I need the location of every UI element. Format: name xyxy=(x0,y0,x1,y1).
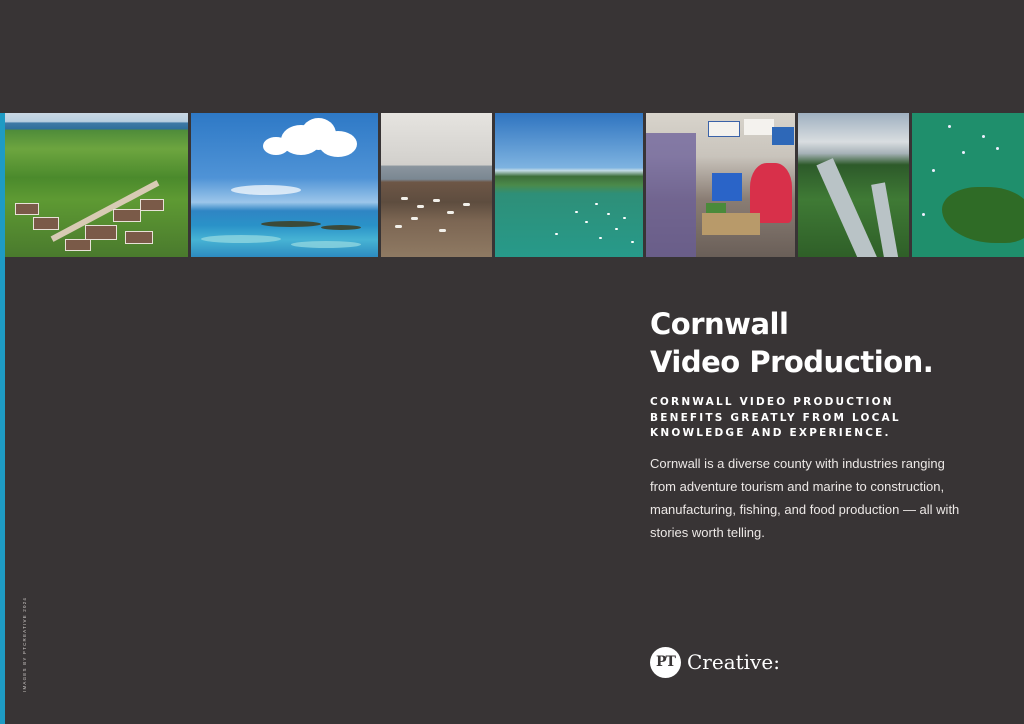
image-credit: IMAGES BY PTCREATIVE 2024 xyxy=(22,596,27,692)
title-line-1: Cornwall xyxy=(650,307,789,341)
page-title: Cornwall Video Production. xyxy=(650,305,934,381)
photo-strip xyxy=(5,113,1024,257)
body-text: Cornwall is a diverse county with indust… xyxy=(650,456,960,540)
title-line-2: Video Production. xyxy=(650,345,934,379)
photo-exhibition xyxy=(645,113,796,257)
pt-creative-logo: PT Creative: xyxy=(650,646,780,678)
subheading: CORNWALL VIDEO PRODUCTION BENEFITS GREAT… xyxy=(650,396,901,439)
photo-harbour xyxy=(381,113,493,257)
photo-coast xyxy=(912,113,1024,257)
photo-estuary xyxy=(495,113,643,257)
logo-mark: PT xyxy=(650,646,681,678)
photo-sea-sky xyxy=(190,113,379,257)
photo-river-valley xyxy=(798,113,910,257)
logo-wordmark: Creative: xyxy=(687,650,780,674)
photo-countryside xyxy=(5,113,188,257)
